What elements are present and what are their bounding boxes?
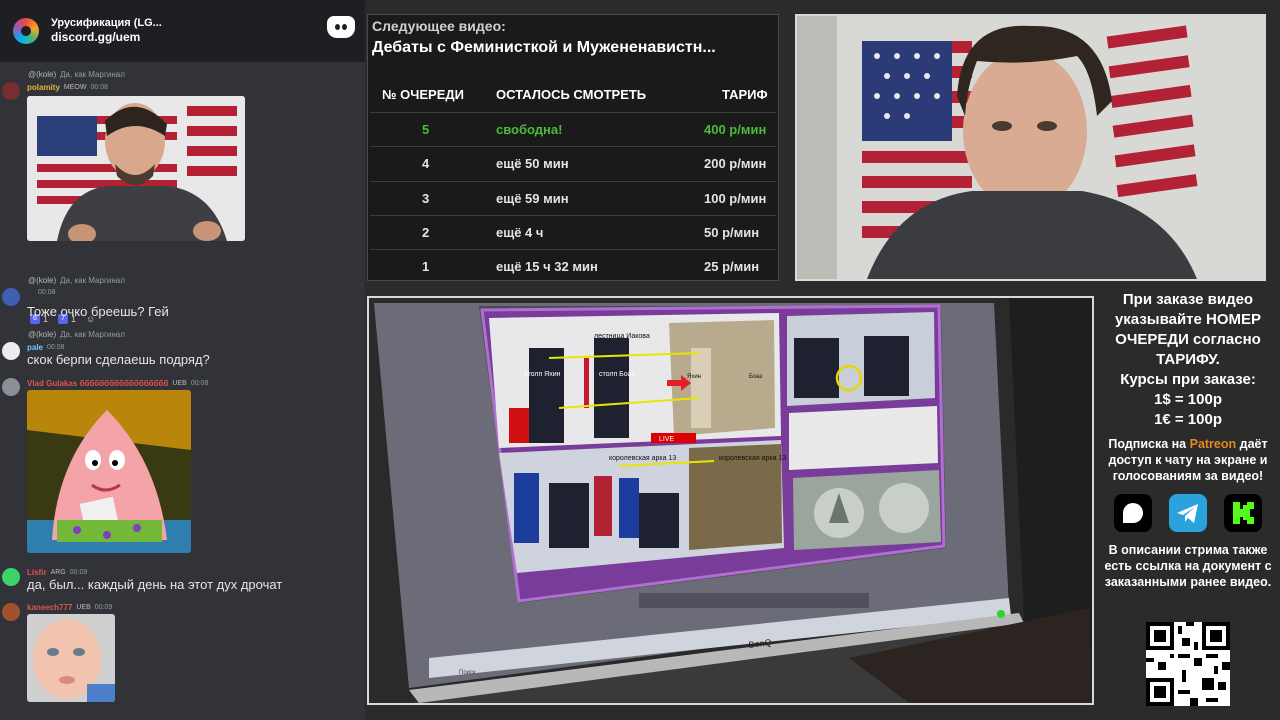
reply-reference[interactable]: @(kole) Да, как Маргинал xyxy=(28,276,125,285)
next-video-label: Следующее видео: xyxy=(372,18,506,34)
username[interactable]: Lisfir xyxy=(27,568,47,577)
column-header-tariff: ТАРИФ xyxy=(722,87,768,102)
subscription-prefix: Подписка на xyxy=(1108,437,1190,451)
queue-row: 1 ещё 15 ч 32 мин 25 р/мин xyxy=(370,249,776,283)
queue-number: 3 xyxy=(422,191,430,206)
timestamp: 00:08 xyxy=(38,289,56,296)
avatar[interactable] xyxy=(2,568,20,586)
discord-icon xyxy=(327,16,355,38)
rate-usd: 1$ = 100р xyxy=(1154,391,1222,408)
live-badge: LIVE xyxy=(659,436,675,443)
timestamp: 00:09 xyxy=(94,604,113,611)
attached-image[interactable] xyxy=(27,96,245,241)
queue-number: 1 xyxy=(422,259,430,274)
slide-label: столп Боаз xyxy=(599,371,635,378)
server-name: Урусификация (LG... xyxy=(51,16,162,29)
reply-reference[interactable]: @(kole) Да, как Маргинал xyxy=(28,70,125,79)
attached-image[interactable] xyxy=(27,614,115,702)
queue-remaining: ещё 50 мин xyxy=(496,156,569,171)
reply-text: Да, как Маргинал xyxy=(60,330,125,339)
next-video-title: Дебаты с Феминисткой и Мужененавистн... xyxy=(372,39,716,56)
queue-tariff: 25 р/мин xyxy=(704,259,760,274)
user-badge: UEB xyxy=(76,604,91,611)
subscription-text: Подписка на Patreon даёт доступ к чату н… xyxy=(1096,436,1280,484)
order-instructions: При заказе видео указывайте НОМЕР ОЧЕРЕД… xyxy=(1114,291,1262,368)
reply-name: @(kole) xyxy=(28,70,57,79)
slide-label: лестница Иакова xyxy=(594,333,650,340)
slide-label: Яхин xyxy=(687,374,701,380)
username[interactable]: polamity xyxy=(27,83,60,92)
avatar[interactable] xyxy=(2,603,20,621)
queue-panel: Следующее видео: Дебаты с Феминисткой и … xyxy=(367,14,779,281)
slide-label: столп Яхин xyxy=(524,371,561,378)
message-text: Тоже очко бреешь? Гей xyxy=(27,304,169,319)
user-badge: MEOW xyxy=(63,84,87,91)
reply-name: @(kole) xyxy=(28,330,57,339)
username[interactable]: kaneech777 xyxy=(27,603,72,612)
reply-reference[interactable]: @(kole) Да, как Маргинал xyxy=(28,330,125,339)
queue-number: 5 xyxy=(422,122,430,137)
slide-label: королевская арка 13 xyxy=(719,455,786,462)
queue-tariff: 50 р/мин xyxy=(704,225,760,240)
kick-icon[interactable] xyxy=(1224,494,1262,532)
avatar[interactable] xyxy=(2,378,20,396)
queue-remaining: ещё 4 ч xyxy=(496,225,544,240)
attached-image[interactable] xyxy=(27,390,191,553)
patreon-link[interactable]: Patreon xyxy=(1190,437,1237,451)
slide-label: Боаз xyxy=(749,374,763,380)
queue-remaining: ещё 59 мин xyxy=(496,191,569,206)
username[interactable]: pale xyxy=(27,343,43,352)
user-badge: UEB xyxy=(172,380,187,387)
telegram-icon[interactable] xyxy=(1169,494,1207,532)
monitor-photo: LIVE лестница Иакова столп Яхин столп Бо… xyxy=(367,296,1094,705)
server-icon xyxy=(13,18,39,44)
message-text: скок берпи сделаешь подряд? xyxy=(27,352,210,367)
rates-title: Курсы при заказе: xyxy=(1120,371,1256,388)
column-header-queue: № ОЧЕРЕДИ xyxy=(382,87,464,102)
user-badge: ARG xyxy=(50,569,66,576)
column-header-remaining: ОСТАЛОСЬ СМОТРЕТЬ xyxy=(496,87,647,102)
queue-row: 4 ещё 50 мин 200 р/мин xyxy=(370,146,776,180)
queue-number: 4 xyxy=(422,156,430,171)
username[interactable]: Vlad Gulakas бббббббббббббббббб xyxy=(27,379,168,388)
timestamp: 00:08 xyxy=(90,84,108,91)
queue-remaining: свободна! xyxy=(496,122,563,137)
avatar[interactable] xyxy=(2,82,20,100)
queue-tariff: 100 р/мин xyxy=(704,191,767,206)
avatar[interactable] xyxy=(2,342,20,360)
queue-tariff: 200 р/мин xyxy=(704,156,767,171)
reply-text: Да, как Маргинал xyxy=(60,276,125,285)
rate-eur: 1€ = 100р xyxy=(1154,411,1222,428)
social-links xyxy=(1096,494,1280,532)
slide-label: королевская арка 13 xyxy=(609,455,676,462)
chat-overlay: Урусификация (LG... discord.gg/uem @(kol… xyxy=(0,0,365,720)
qr-code-icon[interactable] xyxy=(1146,622,1230,706)
streamer-webcam xyxy=(795,14,1266,281)
queue-row: 2 ещё 4 ч 50 р/мин xyxy=(370,215,776,249)
timestamp: 00:08 xyxy=(47,344,65,351)
reply-name: @(kole) xyxy=(28,276,57,285)
patreon-icon[interactable] xyxy=(1114,494,1152,532)
description-note: В описании стрима также есть ссылка на д… xyxy=(1104,543,1272,589)
timestamp: 00:08 xyxy=(190,380,209,387)
info-panel: При заказе видео указывайте НОМЕР ОЧЕРЕД… xyxy=(1096,290,1280,590)
queue-number: 2 xyxy=(422,225,430,240)
queue-row: 3 ещё 59 мин 100 р/мин xyxy=(370,181,776,215)
queue-remaining: ещё 15 ч 32 мин xyxy=(496,259,598,274)
reply-text: Да, как Маргинал xyxy=(60,70,125,79)
queue-tariff: 400 р/мин xyxy=(704,122,767,137)
message-text: да, был... каждый день на этот дух дроча… xyxy=(27,577,283,592)
discord-server-bar[interactable]: Урусификация (LG... discord.gg/uem xyxy=(0,0,365,62)
taskbar-search: Поиск xyxy=(459,670,476,676)
avatar[interactable] xyxy=(2,288,20,306)
server-invite-link[interactable]: discord.gg/uem xyxy=(51,30,162,45)
queue-row: 5 свободна! 400 р/мин xyxy=(370,112,776,146)
timestamp: 00:09 xyxy=(69,569,88,576)
